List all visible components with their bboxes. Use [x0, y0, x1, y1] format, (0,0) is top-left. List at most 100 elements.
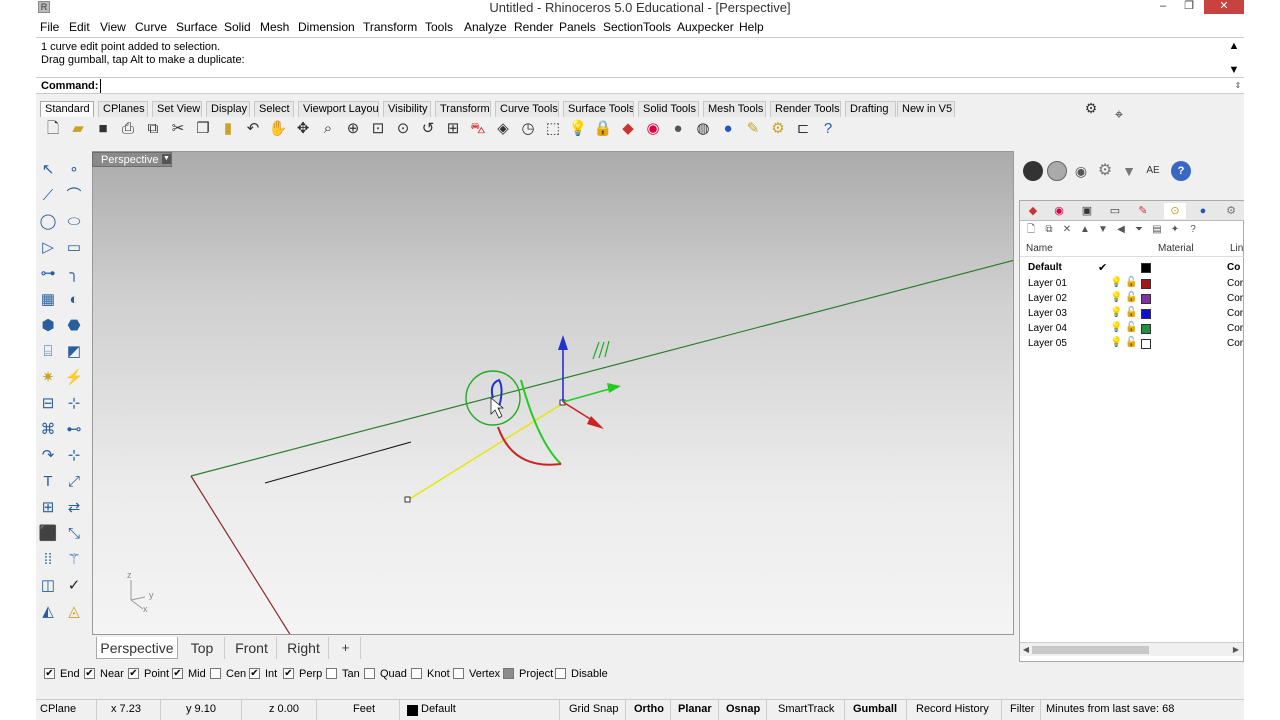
mesh-icon[interactable]: ◩ — [62, 340, 86, 364]
save-icon[interactable]: ■ — [92, 118, 114, 140]
rendering-tab-icon[interactable]: ● — [1192, 203, 1214, 219]
menu-mesh[interactable]: Mesh — [260, 20, 289, 34]
menu-file[interactable]: File — [40, 20, 59, 34]
ghosted-sphere-icon[interactable] — [1047, 161, 1067, 181]
vtab-front[interactable]: Front — [227, 637, 277, 659]
menu-analyze[interactable]: Analyze — [464, 20, 507, 34]
gear-icon[interactable]: ⚙ — [1095, 161, 1115, 181]
layer-color-swatch[interactable] — [1141, 263, 1151, 273]
undo-view-icon[interactable]: ↺ — [417, 118, 439, 140]
layer-row-default[interactable]: Default ✔ Co — [1020, 261, 1244, 276]
polyline-icon[interactable]: ⟋ — [36, 184, 60, 208]
command-input[interactable] — [100, 79, 1228, 93]
restore-button[interactable]: ❐ — [1176, 0, 1202, 14]
tab-surface-tools[interactable]: Surface Tools — [563, 101, 634, 117]
boolean-icon[interactable]: ⬣ — [62, 314, 86, 338]
layer-help-icon[interactable]: ? — [1186, 223, 1200, 237]
box-icon[interactable]: ⬢ — [36, 314, 60, 338]
status-osnap[interactable]: Osnap — [726, 703, 760, 715]
grid-icon[interactable]: ⁞⁞ — [36, 548, 60, 572]
tab-select[interactable]: Select — [254, 101, 294, 117]
display-tab-icon[interactable]: ▭ — [1104, 203, 1126, 219]
viewport-title[interactable]: Perspective — [92, 152, 172, 167]
tab-mesh-tools[interactable]: Mesh Tools — [703, 101, 766, 117]
array-icon[interactable]: ⊞ — [36, 496, 60, 520]
osnap-near-checkbox[interactable]: ✔ — [84, 668, 95, 679]
light-bulb-icon[interactable]: 💡 — [1110, 277, 1122, 288]
help-icon[interactable]: ? — [817, 118, 839, 140]
light-bulb-icon[interactable]: 💡 — [1110, 337, 1122, 348]
material-icon[interactable]: ◬ — [62, 600, 86, 624]
shaded-sphere-icon[interactable] — [1023, 161, 1043, 181]
close-button[interactable]: ✕ — [1204, 0, 1244, 14]
unlock-icon[interactable]: 🔓 — [1125, 277, 1137, 288]
layer-row-01[interactable]: Layer 01 💡 🔓 Cor — [1020, 277, 1244, 292]
open-icon[interactable]: ▰ — [67, 118, 89, 140]
render-icon[interactable]: ◆ — [617, 118, 639, 140]
menu-view[interactable]: View — [100, 20, 126, 34]
status-smarttrack[interactable]: SmartTrack — [778, 703, 834, 715]
cylinder-icon[interactable]: ⌸ — [36, 340, 60, 364]
tab-transform[interactable]: Transform — [435, 101, 491, 117]
osnap-project-checkbox[interactable] — [503, 668, 514, 679]
rotate-icon[interactable]: ✥ — [292, 118, 314, 140]
render-mesh-icon[interactable]: ◭ — [36, 600, 60, 624]
ae-icon[interactable]: AE — [1143, 161, 1163, 181]
text-icon[interactable]: T — [36, 470, 60, 494]
select-arrow-icon[interactable]: ↖ — [36, 158, 60, 182]
tab-curve-tools[interactable]: Curve Tools — [495, 101, 559, 117]
vtab-right[interactable]: Right — [279, 637, 329, 659]
cap-icon[interactable]: ▼ — [1119, 161, 1139, 181]
cut-icon[interactable]: ✂ — [167, 118, 189, 140]
group-icon[interactable]: ⌘ — [36, 418, 60, 442]
rotate-tool-icon[interactable]: ↷ — [36, 444, 60, 468]
osnap-point-checkbox[interactable]: ✔ — [128, 668, 139, 679]
help-icon[interactable]: ? — [1171, 161, 1191, 181]
rectangle-icon[interactable]: ▭ — [62, 236, 86, 260]
osnap-quad-checkbox[interactable] — [364, 668, 375, 679]
point-icon[interactable]: ∘ — [62, 158, 86, 182]
osnap-knot-checkbox[interactable] — [411, 668, 422, 679]
extra-toolbar-icon[interactable]: ⌖ — [1108, 104, 1130, 126]
menu-help[interactable]: Help — [739, 20, 764, 34]
mirror-icon[interactable]: ⇄ — [62, 496, 86, 520]
layer-row-05[interactable]: Layer 05 💡 🔓 Cor — [1020, 337, 1244, 352]
status-grid-snap[interactable]: Grid Snap — [569, 703, 619, 715]
tab-cplanes[interactable]: CPlanes — [98, 101, 148, 117]
osnap-cen-checkbox[interactable] — [210, 668, 221, 679]
undo-icon[interactable]: ↶ — [242, 118, 264, 140]
sphere-blue-icon[interactable]: ● — [717, 118, 739, 140]
menu-auxpecker[interactable]: Auxpecker — [677, 20, 734, 34]
status-cplane[interactable]: CPlane — [40, 703, 76, 715]
tab-new-in-v5[interactable]: New in V5 — [897, 101, 955, 117]
menu-render[interactable]: Render — [514, 20, 553, 34]
minimize-button[interactable]: – — [1150, 0, 1176, 14]
scroll-thumb[interactable] — [1032, 646, 1149, 654]
filter-icon[interactable]: ⏷ — [1132, 223, 1146, 237]
cage-icon[interactable]: ⚚ — [62, 548, 86, 572]
dimension-icon[interactable]: ⤢ — [62, 470, 86, 494]
print-icon[interactable]: ⎙ — [117, 118, 139, 140]
zoom-window-icon[interactable]: ⊕ — [342, 118, 364, 140]
explode-icon[interactable]: ⊟ — [36, 392, 60, 416]
fillet-icon[interactable]: ╮ — [62, 262, 86, 286]
select-icon[interactable]: ⬚ — [542, 118, 564, 140]
loft-icon[interactable]: ◐ — [62, 288, 86, 312]
layer-row-04[interactable]: Layer 04 💡 🔓 Cor — [1020, 322, 1244, 337]
light-bulb-icon[interactable]: 💡 — [1110, 307, 1122, 318]
snap-icon[interactable]: ⊏ — [792, 118, 814, 140]
zoom-selected-icon[interactable]: ⊙ — [392, 118, 414, 140]
clock-icon[interactable]: ◷ — [517, 118, 539, 140]
osnap-disable-checkbox[interactable] — [555, 668, 566, 679]
status-record-history[interactable]: Record History — [916, 703, 989, 715]
osnap-tan-checkbox[interactable] — [326, 668, 337, 679]
status-ortho[interactable]: Ortho — [634, 703, 664, 715]
sphere-icon[interactable]: ● — [667, 118, 689, 140]
light-bulb-icon[interactable]: 💡 — [1110, 292, 1122, 303]
options-tab-icon[interactable]: ⚙ — [1220, 203, 1242, 219]
menu-edit[interactable]: Edit — [69, 20, 90, 34]
unlock-icon[interactable]: 🔓 — [1125, 292, 1137, 303]
zoom-icon[interactable]: ⌕ — [317, 118, 339, 140]
osnap-perp-checkbox[interactable]: ✔ — [283, 668, 294, 679]
check-icon[interactable]: ✓ — [62, 574, 86, 598]
